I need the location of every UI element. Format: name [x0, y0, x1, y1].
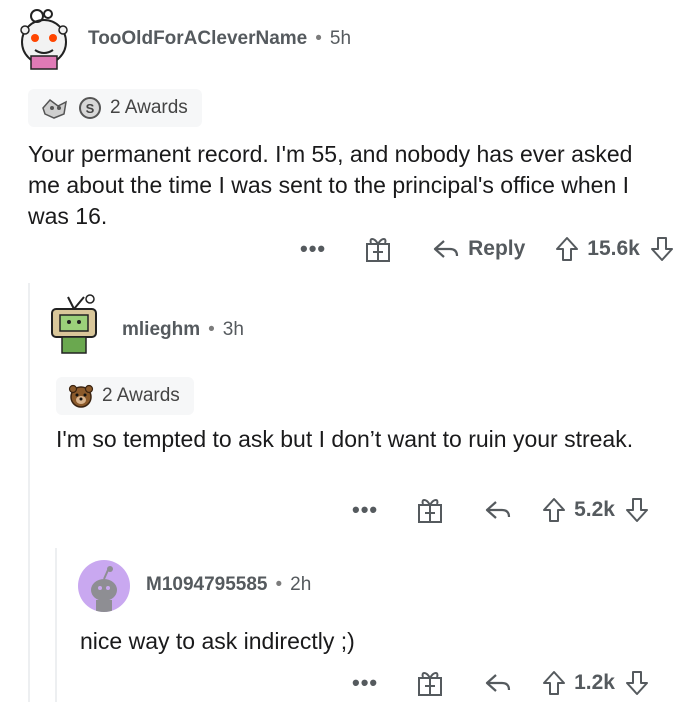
gift-icon[interactable]: [364, 234, 392, 264]
awards-badge[interactable]: 2 Awards: [56, 377, 194, 415]
username[interactable]: mlieghm: [122, 319, 200, 341]
gift-icon[interactable]: [416, 495, 444, 525]
reply-button[interactable]: Reply: [432, 237, 525, 261]
wholesome-award-icon: [40, 96, 70, 120]
thread-line-nested[interactable]: [55, 548, 57, 702]
reply-label: Reply: [468, 237, 526, 260]
comment-body: nice way to ask indirectly ;): [80, 628, 355, 654]
downvote-icon[interactable]: [625, 497, 649, 523]
silver-award-icon: S: [78, 96, 102, 120]
more-icon[interactable]: •••: [300, 236, 326, 262]
awards-label: 2 Awards: [110, 97, 188, 118]
svg-text:S: S: [86, 101, 95, 116]
awards-badge[interactable]: S 2 Awards: [28, 89, 202, 127]
avatar[interactable]: [46, 291, 106, 355]
comment-body: Your permanent record. I'm 55, and nobod…: [28, 141, 633, 229]
vote-controls: 15.6k: [555, 236, 674, 262]
more-icon[interactable]: •••: [352, 497, 378, 523]
vote-score: 5.2k: [574, 498, 615, 521]
reply-icon: [432, 237, 460, 261]
upvote-icon[interactable]: [542, 670, 566, 696]
timestamp: 3h: [222, 319, 244, 340]
downvote-icon[interactable]: [650, 236, 674, 262]
username[interactable]: M1094795585: [146, 574, 268, 596]
separator: •: [208, 319, 215, 340]
timestamp: 2h: [290, 574, 312, 595]
reply-icon: [484, 671, 512, 695]
upvote-icon[interactable]: [555, 236, 579, 262]
vote-controls: 5.2k: [542, 497, 649, 523]
awards-label: 2 Awards: [102, 385, 180, 406]
separator: •: [315, 28, 322, 49]
gift-icon[interactable]: [416, 668, 444, 698]
avatar[interactable]: [15, 8, 73, 70]
avatar[interactable]: [78, 560, 130, 612]
vote-controls: 1.2k: [542, 670, 649, 696]
downvote-icon[interactable]: [625, 670, 649, 696]
reply-button[interactable]: [484, 498, 512, 522]
thread-line[interactable]: [28, 283, 30, 702]
separator: •: [275, 574, 283, 595]
reply-icon: [484, 498, 512, 522]
timestamp: 5h: [329, 28, 352, 49]
vote-score: 1.2k: [574, 671, 615, 694]
reply-button[interactable]: [484, 671, 512, 695]
upvote-icon[interactable]: [542, 497, 566, 523]
username[interactable]: TooOldForACleverName: [88, 28, 307, 50]
vote-score: 15.6k: [587, 237, 640, 260]
bear-award-icon: [68, 383, 94, 409]
comment-body: I'm so tempted to ask but I don’t want t…: [56, 426, 634, 452]
more-icon[interactable]: •••: [352, 670, 378, 696]
